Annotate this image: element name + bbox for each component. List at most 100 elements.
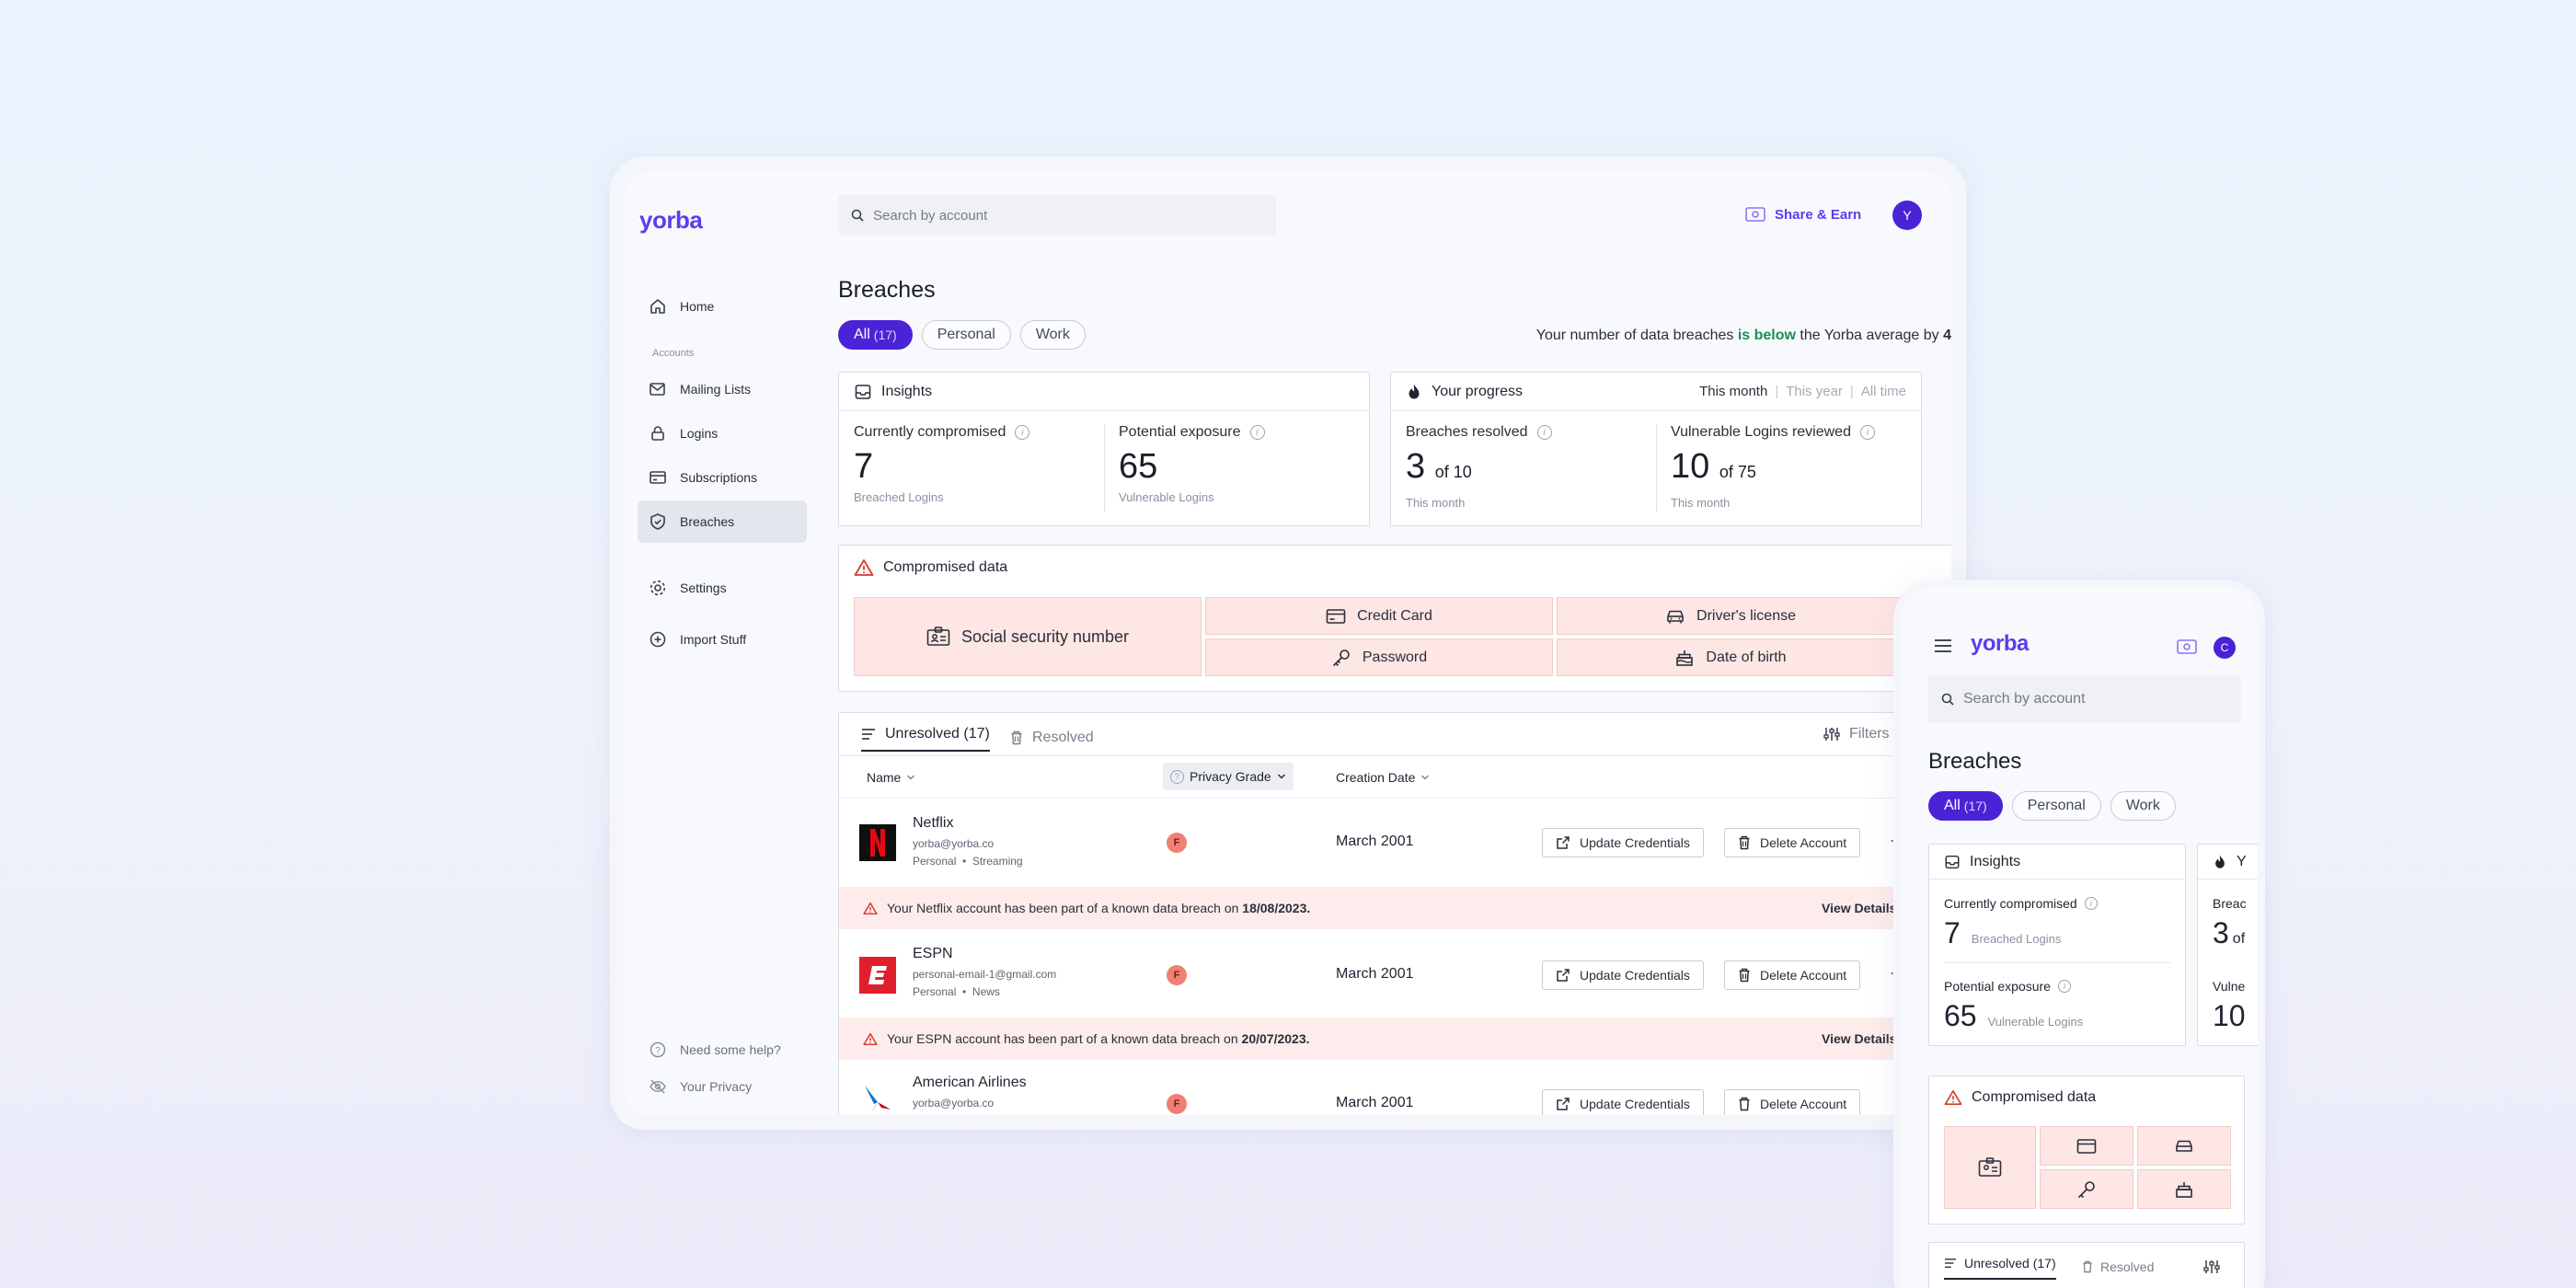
divider	[839, 755, 1951, 756]
range-this-month[interactable]: This month	[1699, 384, 1767, 399]
table-row[interactable]: American Airlines yorba@yorba.co F March…	[839, 1060, 1951, 1115]
alert-text: Your ESPN account has been part of a kno…	[887, 1031, 1242, 1046]
tile-date-of-birth[interactable]: Date of birth	[1557, 638, 1951, 676]
logo[interactable]: yorba	[639, 206, 703, 235]
mobile-logo[interactable]: yorba	[1971, 631, 2029, 657]
info-icon[interactable]: i	[1859, 425, 1875, 440]
stat-label: Breac	[2213, 896, 2247, 911]
progress-title: Y	[2237, 853, 2247, 869]
mobile-avatar[interactable]: C	[2214, 637, 2236, 659]
tab-resolved[interactable]: Resolved	[1010, 724, 1094, 752]
stat-value: 3	[1406, 447, 1426, 486]
grade-badge: F	[1167, 965, 1187, 985]
sidebar-item-breaches[interactable]: Breaches	[638, 500, 807, 543]
info-icon[interactable]: i	[2057, 980, 2071, 993]
mobile-tile-date-of-birth[interactable]	[2137, 1169, 2231, 1209]
sidebar-item-label: Import Stuff	[680, 632, 747, 647]
mobile-tile-password[interactable]	[2040, 1169, 2133, 1209]
sidebar-item-settings[interactable]: Settings	[638, 567, 807, 609]
column-name[interactable]: Name	[867, 770, 915, 785]
filter-all[interactable]: All (17)	[838, 320, 913, 350]
alert-text: Your Netflix account has been part of a …	[887, 901, 1243, 915]
id-card-icon	[926, 627, 950, 646]
mobile-search-input[interactable]: Search by account	[1963, 691, 2086, 707]
search-input[interactable]: Search by account	[873, 208, 987, 224]
filter-personal[interactable]: Personal	[921, 320, 1011, 350]
privacy-link[interactable]: Your Privacy	[638, 1065, 807, 1108]
tile-password[interactable]: Password	[1205, 638, 1553, 676]
mobile-tile-drivers-license[interactable]	[2137, 1126, 2231, 1166]
column-creation-date[interactable]: Creation Date	[1336, 770, 1430, 785]
button-label: Delete Account	[1760, 835, 1847, 850]
search-icon	[851, 209, 864, 222]
sidebar-item-mailing-lists[interactable]: Mailing Lists	[638, 368, 807, 410]
stat-value: 7	[1944, 916, 1961, 949]
filters-button[interactable]: Filters	[1823, 726, 1890, 742]
tile-drivers-license[interactable]: Driver's license	[1557, 597, 1951, 635]
view-details-link[interactable]: View Details	[1822, 1031, 1896, 1046]
sidebar-item-import[interactable]: Import Stuff	[638, 618, 807, 661]
update-credentials-button[interactable]: Update Credentials	[1542, 960, 1704, 990]
mobile-tab-unresolved[interactable]: Unresolved (17)	[1944, 1254, 2056, 1280]
sliders-icon[interactable]	[2203, 1259, 2220, 1274]
table-row[interactable]: Netflix yorba@yorba.co Personal • Stream…	[839, 799, 1951, 887]
money-icon[interactable]	[2177, 638, 2197, 655]
range-this-year[interactable]: This year	[1786, 384, 1843, 399]
divider	[1944, 962, 2170, 963]
credit-card-icon	[2076, 1138, 2097, 1154]
tab-unresolved[interactable]: Unresolved (17)	[861, 724, 990, 752]
search-bar[interactable]: Search by account	[838, 195, 1276, 236]
table-row[interactable]: ESPN personal-email-1@gmail.com Personal…	[839, 929, 1951, 1018]
share-earn-button[interactable]: Share & Earn	[1745, 206, 1861, 223]
range-tabs: This month | This year | All time	[1699, 384, 1906, 399]
sidebar-item-home[interactable]: Home	[638, 285, 807, 328]
inbox-icon	[855, 384, 871, 399]
privacy-label: Your Privacy	[680, 1079, 753, 1094]
cake-icon	[1676, 650, 1694, 666]
info-icon[interactable]: i	[1249, 425, 1265, 440]
mobile-device: yorba C Search by account Breaches All (1…	[1893, 580, 2265, 1288]
mobile-filter-all[interactable]: All (17)	[1928, 791, 2003, 821]
update-credentials-button[interactable]: Update Credentials	[1542, 1089, 1704, 1115]
mobile-filter-work[interactable]: Work	[2110, 791, 2176, 821]
stat-label: Currently compromised	[854, 424, 1006, 440]
warning-icon	[863, 902, 878, 914]
sliders-icon	[1823, 728, 1840, 741]
info-icon[interactable]: i	[2084, 897, 2098, 910]
mobile-tile-ssn[interactable]	[1944, 1126, 2036, 1209]
view-details-link[interactable]: View Details	[1822, 901, 1896, 915]
mobile-filter-personal[interactable]: Personal	[2011, 791, 2101, 821]
tile-label: Social security number	[960, 627, 1130, 646]
filter-work[interactable]: Work	[1019, 320, 1086, 350]
shield-icon	[650, 513, 665, 530]
trash-icon	[2083, 1260, 2092, 1273]
mobile-tile-credit-card[interactable]	[2040, 1126, 2133, 1166]
column-privacy-grade[interactable]: ? Privacy Grade	[1163, 763, 1294, 790]
id-card-icon	[1978, 1157, 2002, 1177]
comparison-prefix: Your number of data breaches	[1535, 328, 1738, 343]
range-all-time[interactable]: All time	[1861, 384, 1906, 399]
mobile-tab-resolved[interactable]: Resolved	[2082, 1254, 2154, 1280]
trash-icon	[1739, 835, 1750, 850]
tile-credit-card[interactable]: Credit Card	[1205, 597, 1553, 635]
trash-icon	[1011, 730, 1022, 745]
sidebar-item-logins[interactable]: Logins	[638, 412, 807, 454]
external-link-icon	[1557, 836, 1570, 849]
tile-ssn[interactable]: Social security number	[854, 597, 1202, 676]
sidebar-item-subscriptions[interactable]: Subscriptions	[638, 456, 807, 499]
delete-account-button[interactable]: Delete Account	[1724, 828, 1861, 857]
info-icon[interactable]: i	[1015, 425, 1030, 440]
delete-account-button[interactable]: Delete Account	[1724, 960, 1861, 990]
delete-account-button[interactable]: Delete Account	[1724, 1089, 1861, 1115]
avatar[interactable]: Y	[1892, 201, 1922, 230]
mobile-search-bar[interactable]: Search by account	[1928, 675, 2241, 723]
insights-title: Insights	[881, 383, 933, 399]
update-credentials-button[interactable]: Update Credentials	[1542, 828, 1704, 857]
filter-all-count: (17)	[873, 328, 897, 342]
eye-off-icon	[650, 1079, 666, 1094]
sidebar-item-label: Settings	[680, 581, 727, 595]
progress-title: Your progress	[1432, 383, 1524, 399]
info-icon[interactable]: i	[1536, 425, 1552, 440]
desktop-window: yorba Home Accounts Mailing Lists Logins…	[610, 156, 1966, 1130]
menu-icon[interactable]	[1934, 638, 1952, 653]
